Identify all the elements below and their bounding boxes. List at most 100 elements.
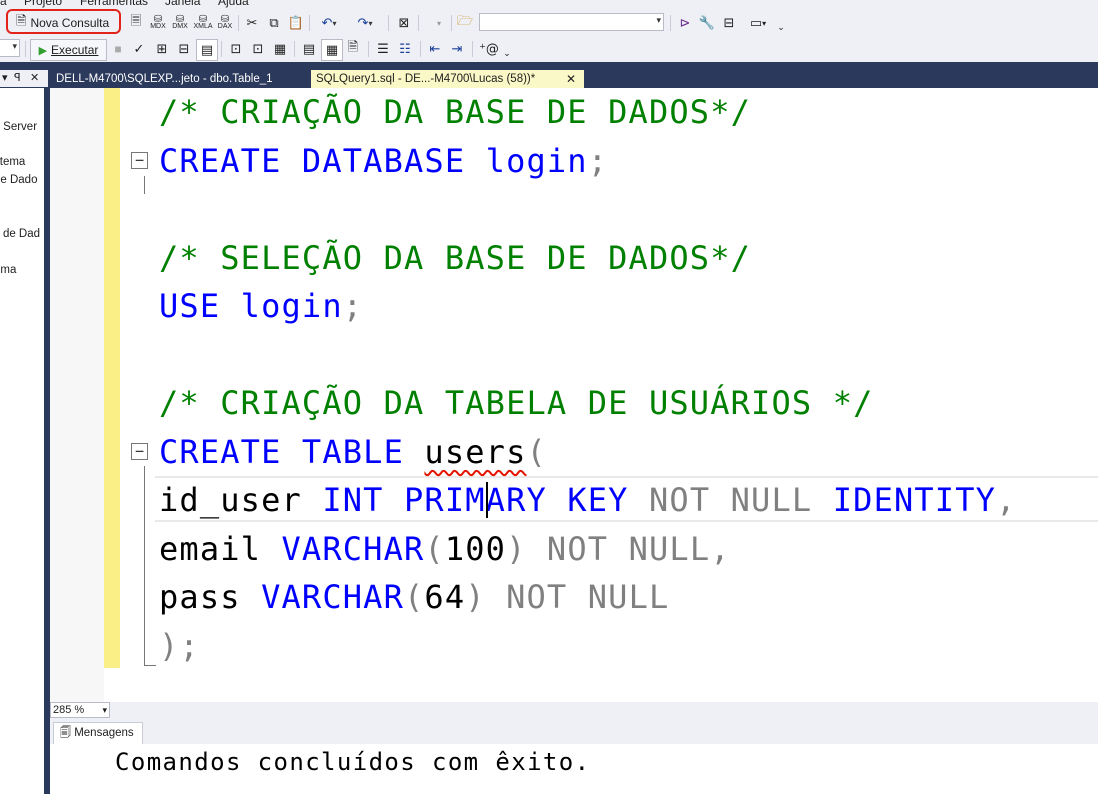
- code-token: users: [424, 432, 527, 471]
- tree-item[interactable]: ema: [0, 264, 16, 276]
- toolbox-button[interactable]: ⊟: [719, 13, 739, 33]
- text-caret: [486, 482, 488, 518]
- toolbar-separator: [238, 15, 239, 31]
- collapse-icon[interactable]: −: [131, 152, 148, 169]
- code-line[interactable]: CREATE DATABASE login;: [159, 137, 1098, 186]
- visual-studio-button[interactable]: ⊳: [675, 13, 695, 33]
- collapse-icon[interactable]: −: [131, 443, 148, 460]
- code-token: IDENTITY: [832, 481, 997, 519]
- available-databases-combo[interactable]: ▾: [0, 39, 20, 57]
- toolbar-separator: [451, 15, 452, 31]
- client-stats-icon: ▦: [273, 41, 287, 57]
- increase-indent-button[interactable]: ⇥: [447, 39, 467, 59]
- code-line[interactable]: CREATE TABLE users(: [159, 428, 1098, 477]
- database-engine-query-button[interactable]: 🗏: [126, 13, 146, 33]
- find-combo[interactable]: ▾: [479, 13, 664, 31]
- menu-item-janela[interactable]: Janela: [165, 0, 200, 8]
- include-plan-button[interactable]: ⊡: [226, 39, 246, 59]
- code-token: ) NOT NULL: [465, 578, 670, 616]
- intellisense-button[interactable]: ▤: [196, 39, 218, 61]
- tree-item[interactable]: stema: [0, 156, 25, 168]
- code-line[interactable]: pass VARCHAR(64) NOT NULL: [159, 573, 1098, 622]
- tree-item[interactable]: de Dado: [0, 174, 37, 186]
- toolbar-separator: [309, 15, 310, 31]
- code-line[interactable]: id_user INT PRIMARY KEY NOT NULL IDENTIT…: [159, 476, 1098, 525]
- results-to-grid-button[interactable]: ▦: [321, 39, 343, 61]
- query-designer-button[interactable]: ⊟: [174, 39, 194, 59]
- decrease-indent-button[interactable]: ⇤: [425, 39, 445, 59]
- properties-button[interactable]: 🔧: [697, 13, 717, 33]
- code-token: VARCHAR: [261, 578, 404, 616]
- close-icon[interactable]: ✕: [566, 70, 576, 88]
- close-icon[interactable]: ✕: [30, 71, 39, 84]
- cancel-query-button[interactable]: ■: [110, 39, 126, 59]
- redo-button[interactable]: ↷ ▾: [350, 13, 380, 33]
- code-line[interactable]: /* SELEÇÃO DA BASE DE DADOS*/: [159, 234, 1098, 283]
- code-token: VARCHAR: [281, 529, 425, 568]
- code-line[interactable]: USE login;: [159, 282, 1098, 331]
- xmla-query-button[interactable]: ⛁ XMLA: [192, 13, 214, 33]
- specify-template-values-button[interactable]: ⁺@: [477, 39, 501, 59]
- disabled-dropdown-button[interactable]: ▾: [430, 13, 448, 33]
- tab-table-designer[interactable]: DELL-M4700\SQLEXP...jeto - dbo.Table_1: [51, 70, 314, 88]
- dax-query-button[interactable]: ⛁ DAX: [215, 13, 235, 33]
- toolbar-overflow-button[interactable]: ⌄: [502, 43, 512, 63]
- copy-icon: ⧉: [269, 15, 279, 31]
- code-line[interactable]: );: [159, 622, 1098, 671]
- code-token: id_user: [159, 481, 323, 519]
- zoom-combo[interactable]: 285 % ▾: [50, 702, 110, 718]
- menu-item-ferramentas[interactable]: Ferramentas: [80, 0, 148, 8]
- window-layout-button[interactable]: ▭ ▾: [742, 13, 774, 33]
- parse-button[interactable]: ✓: [130, 39, 148, 59]
- object-explorer: L Server stema de Dado s de Dad ema: [0, 88, 45, 794]
- results-to-file-button[interactable]: 🗎: [343, 39, 363, 59]
- paste-button[interactable]: 📋: [286, 13, 306, 33]
- copy-button[interactable]: ⧉: [264, 13, 284, 33]
- code-line[interactable]: /* CRIAÇÃO DA BASE DE DADOS*/: [159, 88, 1098, 137]
- outline-line: [144, 466, 145, 666]
- code-line[interactable]: email VARCHAR(100) NOT NULL,: [159, 525, 1098, 574]
- tree-item[interactable]: s de Dad: [0, 228, 40, 240]
- code-text[interactable]: /* CRIAÇÃO DA BASE DE DADOS*/ CREATE DATA…: [159, 88, 1098, 670]
- code-token: pass: [159, 578, 262, 616]
- client-stats-button[interactable]: ▦: [270, 39, 290, 59]
- play-icon: ▶: [38, 44, 48, 57]
- toolbar-separator: [368, 41, 369, 57]
- menu-item-projeto[interactable]: Projeto: [24, 0, 62, 8]
- code-token: login: [465, 141, 588, 180]
- dmx-query-button[interactable]: ⛁ DMX: [170, 13, 190, 33]
- cut-button[interactable]: ✂: [242, 13, 262, 33]
- code-line[interactable]: /* CRIAÇÃO DA TABELA DE USUÁRIOS */: [159, 379, 1098, 428]
- code-token: /* SELEÇÃO DA BASE DE DADOS*/: [159, 238, 752, 277]
- code-token: );: [159, 626, 200, 665]
- menu-item-ajuda[interactable]: Ajuda: [218, 0, 249, 8]
- standard-toolbar: 🗎 Nova Consulta 🗏 ⛁ MDX ⛁ DMX ⛁ XMLA ⛁ DAX ✂…: [0, 9, 1098, 37]
- toolbar-separator: [420, 41, 421, 57]
- toolbar-separator: [221, 41, 222, 57]
- dropdown-icon[interactable]: ▾: [2, 71, 8, 84]
- activity-monitor-button[interactable]: ⊠: [394, 13, 414, 33]
- tab-sqlquery1[interactable]: SQLQuery1.sql - DE...-M4700\Lucas (58))*…: [311, 70, 584, 88]
- results-to-text-button[interactable]: ▤: [299, 39, 319, 59]
- code-line[interactable]: [159, 331, 1098, 380]
- pin-icon[interactable]: ꟼ: [14, 71, 21, 84]
- code-token: (: [404, 578, 425, 616]
- overflow-icon: ⌄: [503, 47, 511, 58]
- comment-button[interactable]: ☰: [373, 39, 393, 59]
- code-token: email: [159, 529, 282, 568]
- live-stats-button[interactable]: ⊡: [248, 39, 268, 59]
- tree-item[interactable]: L Server: [0, 121, 37, 133]
- display-plan-button[interactable]: ⊞: [152, 39, 172, 59]
- cube-icon: ⛁: [198, 14, 208, 25]
- tab-messages[interactable]: 🗐 Mensagens: [53, 722, 143, 744]
- menu-item-partial[interactable]: a: [0, 0, 7, 8]
- execute-button[interactable]: ▶ Executar: [30, 39, 107, 61]
- uncomment-button[interactable]: ☷: [395, 39, 415, 59]
- template-icon: ⁺@: [479, 41, 499, 57]
- code-line[interactable]: [159, 185, 1098, 234]
- toolbar-overflow-button[interactable]: ⌄: [776, 17, 786, 37]
- folder-search-icon: 🗁: [456, 14, 474, 29]
- mdx-query-button[interactable]: ⛁ MDX: [148, 13, 168, 33]
- find-in-files-button[interactable]: 🗁: [455, 13, 475, 33]
- undo-button[interactable]: ↶ ▾: [314, 13, 344, 33]
